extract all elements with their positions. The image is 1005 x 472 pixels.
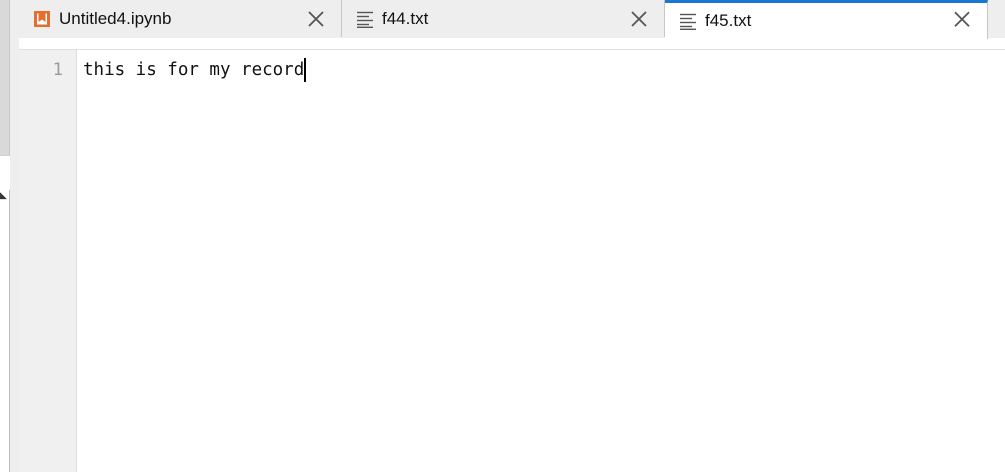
side-panel-separator [0,155,10,156]
editor-line-text: this is for my record [83,60,305,80]
tab-f45-txt[interactable]: f45.txt [665,0,988,39]
close-icon[interactable] [307,10,325,28]
close-icon[interactable] [953,10,971,28]
side-panel-edge: ◣ [0,0,10,472]
side-panel-top [0,0,10,155]
line-number: 1 [52,60,63,80]
tab-label: f44.txt [382,8,429,28]
editor-line[interactable]: this is for my record [83,58,307,82]
tab-untitled4-ipynb[interactable]: Untitled4.ipynb [19,0,342,37]
tab-label: f45.txt [705,11,752,30]
text-cursor [304,58,307,82]
side-panel-collapse-icon[interactable]: ◣ [0,190,7,200]
toolbar-spacer [19,38,1005,49]
notebook-icon [33,10,51,28]
text-file-icon [356,10,374,28]
app-window: ◣ Untitled4.ipynb f44.txt f45.txt 1 this… [0,0,1005,472]
tab-bar: Untitled4.ipynb f44.txt f45.txt [19,0,1005,39]
text-editor[interactable]: 1 this is for my record [19,49,1005,472]
text-file-icon [679,12,697,30]
tab-label: Untitled4.ipynb [59,8,172,28]
line-number-gutter: 1 [19,50,77,472]
panel-gap [10,0,19,472]
tab-f44-txt[interactable]: f44.txt [342,0,665,37]
close-icon[interactable] [630,10,648,28]
